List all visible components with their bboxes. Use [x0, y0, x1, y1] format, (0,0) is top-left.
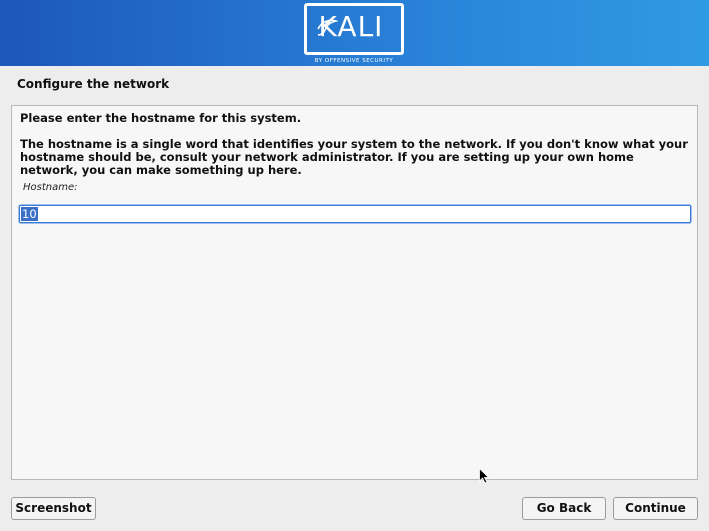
page-title: Configure the network — [17, 77, 170, 91]
hostname-description: The hostname is a single word that ident… — [20, 137, 688, 177]
mouse-pointer-icon — [479, 468, 489, 484]
hostname-label: Hostname: — [23, 182, 78, 193]
hostname-input[interactable]: 10 — [19, 205, 691, 223]
logo-subtitle: BY OFFENSIVE SECURITY — [314, 58, 394, 64]
kali-logo: KALI BY OFFENSIVE SECURITY — [304, 3, 404, 64]
header-banner: KALI BY OFFENSIVE SECURITY — [0, 0, 709, 66]
go-back-button[interactable]: Go Back — [522, 497, 606, 520]
hostname-prompt: Please enter the hostname for this syste… — [20, 111, 302, 125]
logo-text: KALI — [318, 10, 384, 43]
content-panel: Please enter the hostname for this syste… — [11, 105, 698, 480]
screenshot-button[interactable]: Screenshot — [11, 497, 96, 520]
continue-button[interactable]: Continue — [613, 497, 698, 520]
hostname-input-value: 10 — [21, 207, 38, 221]
